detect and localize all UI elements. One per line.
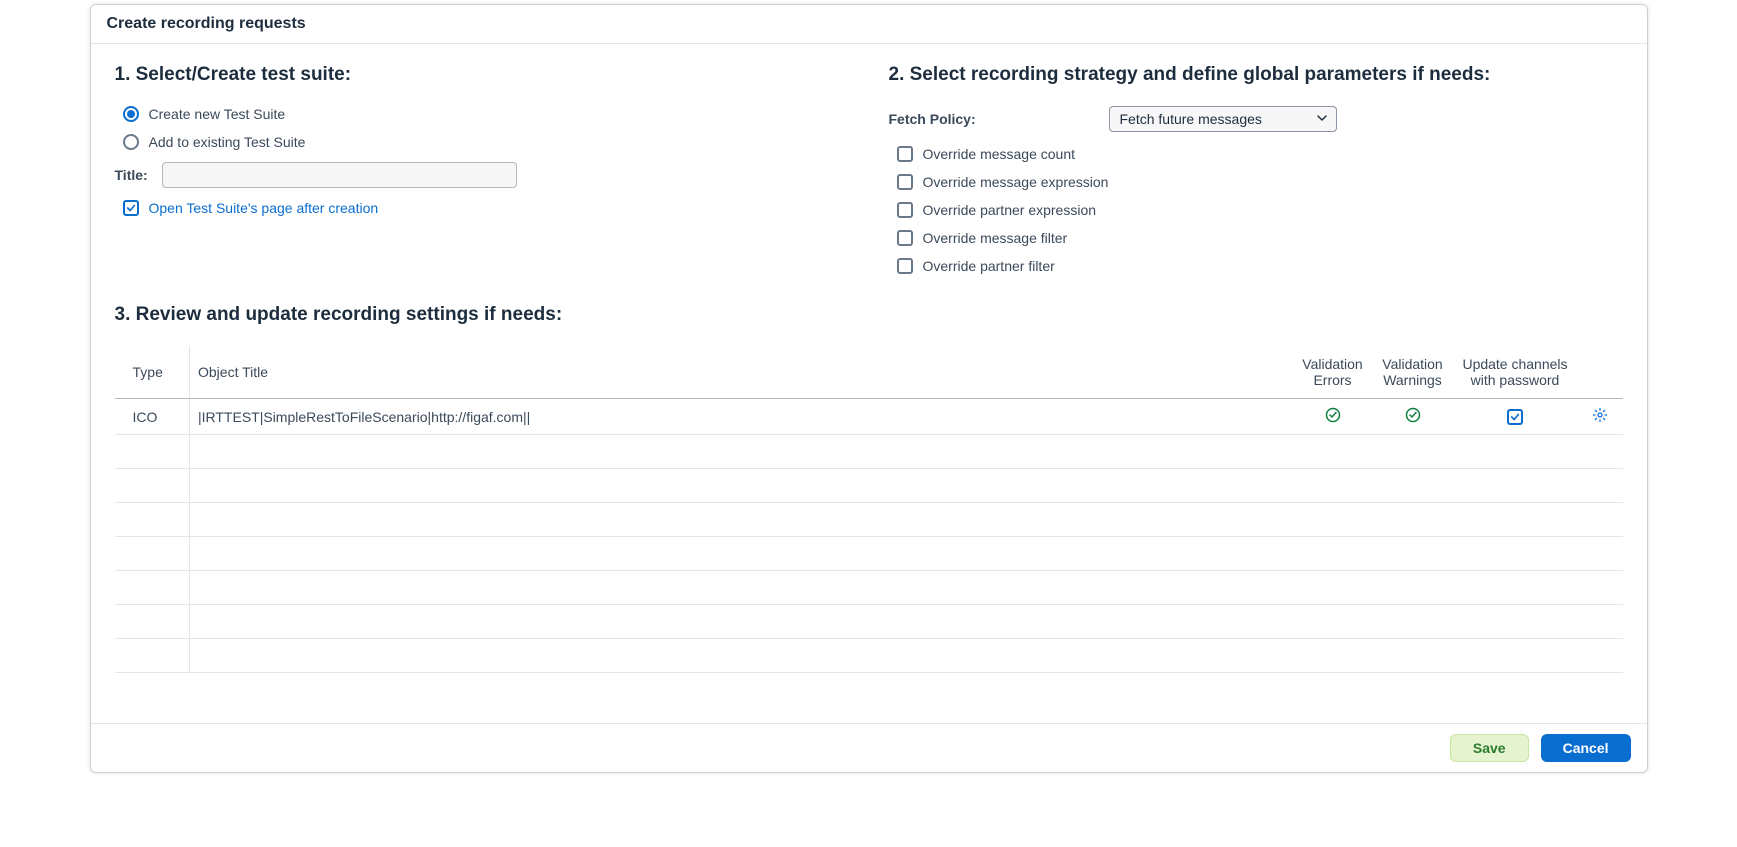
gear-icon[interactable] xyxy=(1592,407,1608,423)
section-2-heading: 2. Select recording strategy and define … xyxy=(889,64,1623,86)
title-label: Title: xyxy=(115,167,148,183)
fetch-policy-value: Fetch future messages xyxy=(1120,111,1262,127)
section-2: 2. Select recording strategy and define … xyxy=(889,64,1623,286)
dialog-footer: Save Cancel xyxy=(91,723,1647,772)
open-after-label: Open Test Suite's page after creation xyxy=(149,200,379,216)
dialog-header: Create recording requests xyxy=(91,5,1647,44)
title-input[interactable] xyxy=(162,162,517,188)
checkbox-icon xyxy=(897,174,913,190)
table-row xyxy=(115,571,1623,605)
col-type: Type xyxy=(115,346,190,399)
radio-add-label: Add to existing Test Suite xyxy=(149,134,306,150)
override-label: Override partner expression xyxy=(923,202,1097,218)
section-3-heading: 3. Review and update recording settings … xyxy=(115,304,1623,326)
cancel-button[interactable]: Cancel xyxy=(1541,734,1631,762)
fetch-policy-select[interactable]: Fetch future messages xyxy=(1109,106,1337,132)
cell-object-title: |IRTTEST|SimpleRestToFileScenario|http:/… xyxy=(190,399,1293,435)
table-row xyxy=(115,503,1623,537)
checkbox-icon xyxy=(897,202,913,218)
table-row xyxy=(115,435,1623,469)
radio-icon xyxy=(123,134,139,150)
cell-actions xyxy=(1578,399,1623,435)
cell-validation-errors xyxy=(1293,399,1373,435)
col-update-channels: Update channels with password xyxy=(1453,346,1578,399)
table-row: ICO |IRTTEST|SimpleRestToFileScenario|ht… xyxy=(115,399,1623,435)
override-label: Override message filter xyxy=(923,230,1068,246)
test-suite-radio-group: Create new Test Suite Add to existing Te… xyxy=(123,106,849,150)
override-partner-filter[interactable]: Override partner filter xyxy=(897,258,1623,274)
fetch-policy-label: Fetch Policy: xyxy=(889,111,1089,127)
dialog: Create recording requests 1. Select/Crea… xyxy=(90,4,1648,773)
radio-add-existing[interactable]: Add to existing Test Suite xyxy=(123,134,849,150)
table-header-row: Type Object Title Validation Errors Vali… xyxy=(115,346,1623,399)
cell-update-channels xyxy=(1453,399,1578,435)
section-1: 1. Select/Create test suite: Create new … xyxy=(115,64,849,286)
dialog-title: Create recording requests xyxy=(107,15,1631,33)
recording-table: Type Object Title Validation Errors Vali… xyxy=(115,346,1623,673)
fetch-policy-row: Fetch Policy: Fetch future messages xyxy=(889,106,1623,132)
col-object-title: Object Title xyxy=(190,346,1293,399)
open-after-checkbox-row[interactable]: Open Test Suite's page after creation xyxy=(123,200,849,216)
cell-type: ICO xyxy=(115,399,190,435)
radio-create-label: Create new Test Suite xyxy=(149,106,286,122)
override-message-count[interactable]: Override message count xyxy=(897,146,1623,162)
col-validation-warnings: Validation Warnings xyxy=(1373,346,1453,399)
radio-create-new[interactable]: Create new Test Suite xyxy=(123,106,849,122)
override-label: Override message expression xyxy=(923,174,1109,190)
dialog-body: 1. Select/Create test suite: Create new … xyxy=(91,44,1647,683)
override-message-filter[interactable]: Override message filter xyxy=(897,230,1623,246)
title-row: Title: xyxy=(115,162,849,188)
save-button[interactable]: Save xyxy=(1450,734,1529,762)
col-validation-errors: Validation Errors xyxy=(1293,346,1373,399)
table-row xyxy=(115,469,1623,503)
section-1-heading: 1. Select/Create test suite: xyxy=(115,64,849,86)
chevron-down-icon xyxy=(1316,111,1328,127)
checkbox-icon xyxy=(897,258,913,274)
radio-icon xyxy=(123,106,139,122)
override-label: Override partner filter xyxy=(923,258,1055,274)
top-columns: 1. Select/Create test suite: Create new … xyxy=(115,64,1623,286)
override-label: Override message count xyxy=(923,146,1076,162)
table-row xyxy=(115,605,1623,639)
override-partner-expression[interactable]: Override partner expression xyxy=(897,202,1623,218)
override-list: Override message count Override message … xyxy=(897,146,1623,274)
checkbox-icon xyxy=(123,200,139,216)
table-row xyxy=(115,639,1623,673)
check-circle-icon xyxy=(1325,407,1341,423)
checkbox-icon xyxy=(897,230,913,246)
cell-validation-warnings xyxy=(1373,399,1453,435)
override-message-expression[interactable]: Override message expression xyxy=(897,174,1623,190)
checkbox-icon xyxy=(897,146,913,162)
update-channels-checkbox[interactable] xyxy=(1507,409,1523,425)
col-actions xyxy=(1578,346,1623,399)
table-row xyxy=(115,537,1623,571)
check-circle-icon xyxy=(1405,407,1421,423)
table-body: ICO |IRTTEST|SimpleRestToFileScenario|ht… xyxy=(115,399,1623,673)
